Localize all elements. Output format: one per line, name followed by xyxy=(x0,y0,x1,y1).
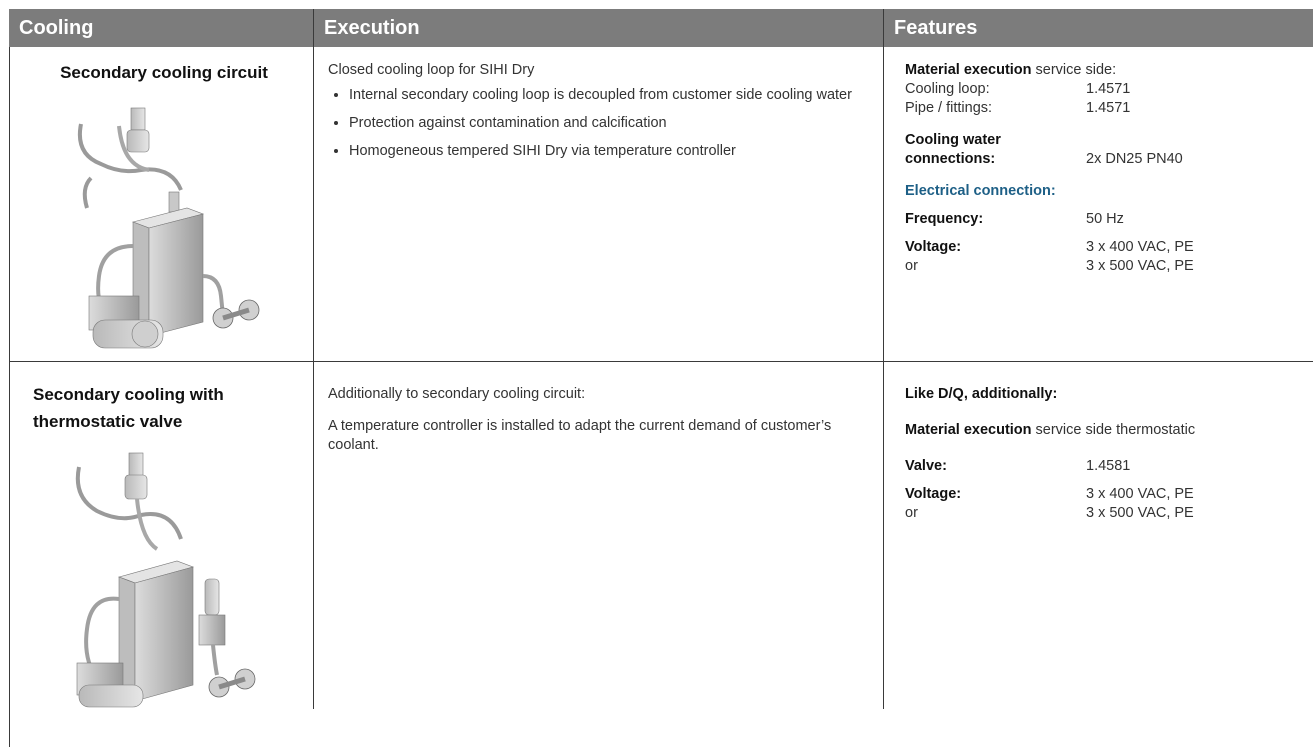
feature-row: Pipe / fittings: 1.4571 xyxy=(905,99,1305,118)
feature-value: 3 x 500 VAC, PE xyxy=(1086,258,1194,274)
list-item: Homogeneous tempered SIHI Dry via temper… xyxy=(349,142,868,161)
row1-execution-intro: Closed cooling loop for SIHI Dry xyxy=(328,62,535,78)
row1-name: Secondary cooling circuit xyxy=(60,63,268,82)
row2-cooling-cell: Secondary cooling with thermostatic valv… xyxy=(33,381,309,709)
material-label: Material execution xyxy=(905,62,1032,78)
feature-key: Voltage: xyxy=(905,486,962,502)
cooling-options-table: Cooling Execution Features Secondary coo… xyxy=(9,9,1313,747)
row2-execution-cell: Additionally to secondary cooling circui… xyxy=(328,385,868,455)
thermostatic-unit-illustration xyxy=(75,452,256,708)
header-cooling: Cooling xyxy=(9,9,313,47)
feature-key: Valve: xyxy=(905,458,947,474)
feature-row: Cooling loop: 1.4571 xyxy=(905,80,1305,99)
feature-value: 1.4571 xyxy=(1086,100,1131,116)
feature-key: Cooling water xyxy=(905,132,1001,148)
row1-features-cell: Material execution service side: Cooling… xyxy=(905,61,1305,276)
row1-execution-cell: Closed cooling loop for SIHI Dry Interna… xyxy=(328,61,868,170)
list-item: Internal secondary cooling loop is decou… xyxy=(349,86,868,105)
row2-features-cell: Like D/Q, additionally: Material executi… xyxy=(905,385,1305,523)
material-execution-line: Material execution service side thermost… xyxy=(905,421,1305,440)
feature-row: Voltage: 3 x 400 VAC, PE xyxy=(905,485,1305,504)
header-execution: Execution xyxy=(314,9,883,47)
feature-value: 3 x 500 VAC, PE xyxy=(1086,505,1194,521)
material-suffix: service side: xyxy=(1031,62,1117,78)
feature-row: Voltage: 3 x 400 VAC, PE xyxy=(905,238,1305,257)
feature-row: or 3 x 500 VAC, PE xyxy=(905,504,1305,523)
feature-row: Frequency: 50 Hz xyxy=(905,210,1305,229)
feature-value: 2x DN25 PN40 xyxy=(1086,151,1183,167)
feature-value: 50 Hz xyxy=(1086,211,1124,227)
feature-key: Pipe / fittings: xyxy=(905,100,993,116)
column-divider xyxy=(883,9,884,709)
feature-key: Cooling loop: xyxy=(905,81,990,97)
feature-row: or 3 x 500 VAC, PE xyxy=(905,257,1305,276)
feature-value: 1.4571 xyxy=(1086,81,1131,97)
column-divider xyxy=(9,47,10,747)
row1-execution-bullets: Internal secondary cooling loop is decou… xyxy=(328,86,868,161)
electrical-connection-heading: Electrical connection: xyxy=(905,183,1056,199)
material-execution-line: Material execution service side: xyxy=(905,61,1305,80)
row2-name-line1: Secondary cooling with xyxy=(33,385,224,404)
like-dq-line: Like D/Q, additionally: xyxy=(905,386,1058,402)
header-features: Features xyxy=(884,9,1313,47)
feature-key: or xyxy=(905,505,918,521)
column-divider xyxy=(313,9,314,709)
feature-value: 1.4581 xyxy=(1086,458,1131,474)
feature-row: connections: 2x DN25 PN40 xyxy=(905,150,1305,169)
feature-key: or xyxy=(905,258,918,274)
row2-name-line2: thermostatic valve xyxy=(33,412,183,431)
row1-cooling-cell: Secondary cooling circuit xyxy=(19,59,309,351)
row2-execution-text: A temperature controller is installed to… xyxy=(328,418,832,453)
material-label: Material execution xyxy=(905,422,1032,438)
feature-value: 3 x 400 VAC, PE xyxy=(1086,239,1194,255)
cooling-unit-illustration xyxy=(78,107,260,349)
row-divider xyxy=(9,361,1313,362)
feature-key: Frequency: xyxy=(905,211,984,227)
list-item: Protection against contamination and cal… xyxy=(349,114,868,133)
feature-key: connections: xyxy=(905,151,996,167)
feature-value: 3 x 400 VAC, PE xyxy=(1086,486,1194,502)
feature-key: Voltage: xyxy=(905,239,962,255)
material-suffix: service side thermostatic xyxy=(1031,422,1196,438)
feature-row: Valve: 1.4581 xyxy=(905,457,1305,476)
row2-execution-intro: Additionally to secondary cooling circui… xyxy=(328,386,586,402)
